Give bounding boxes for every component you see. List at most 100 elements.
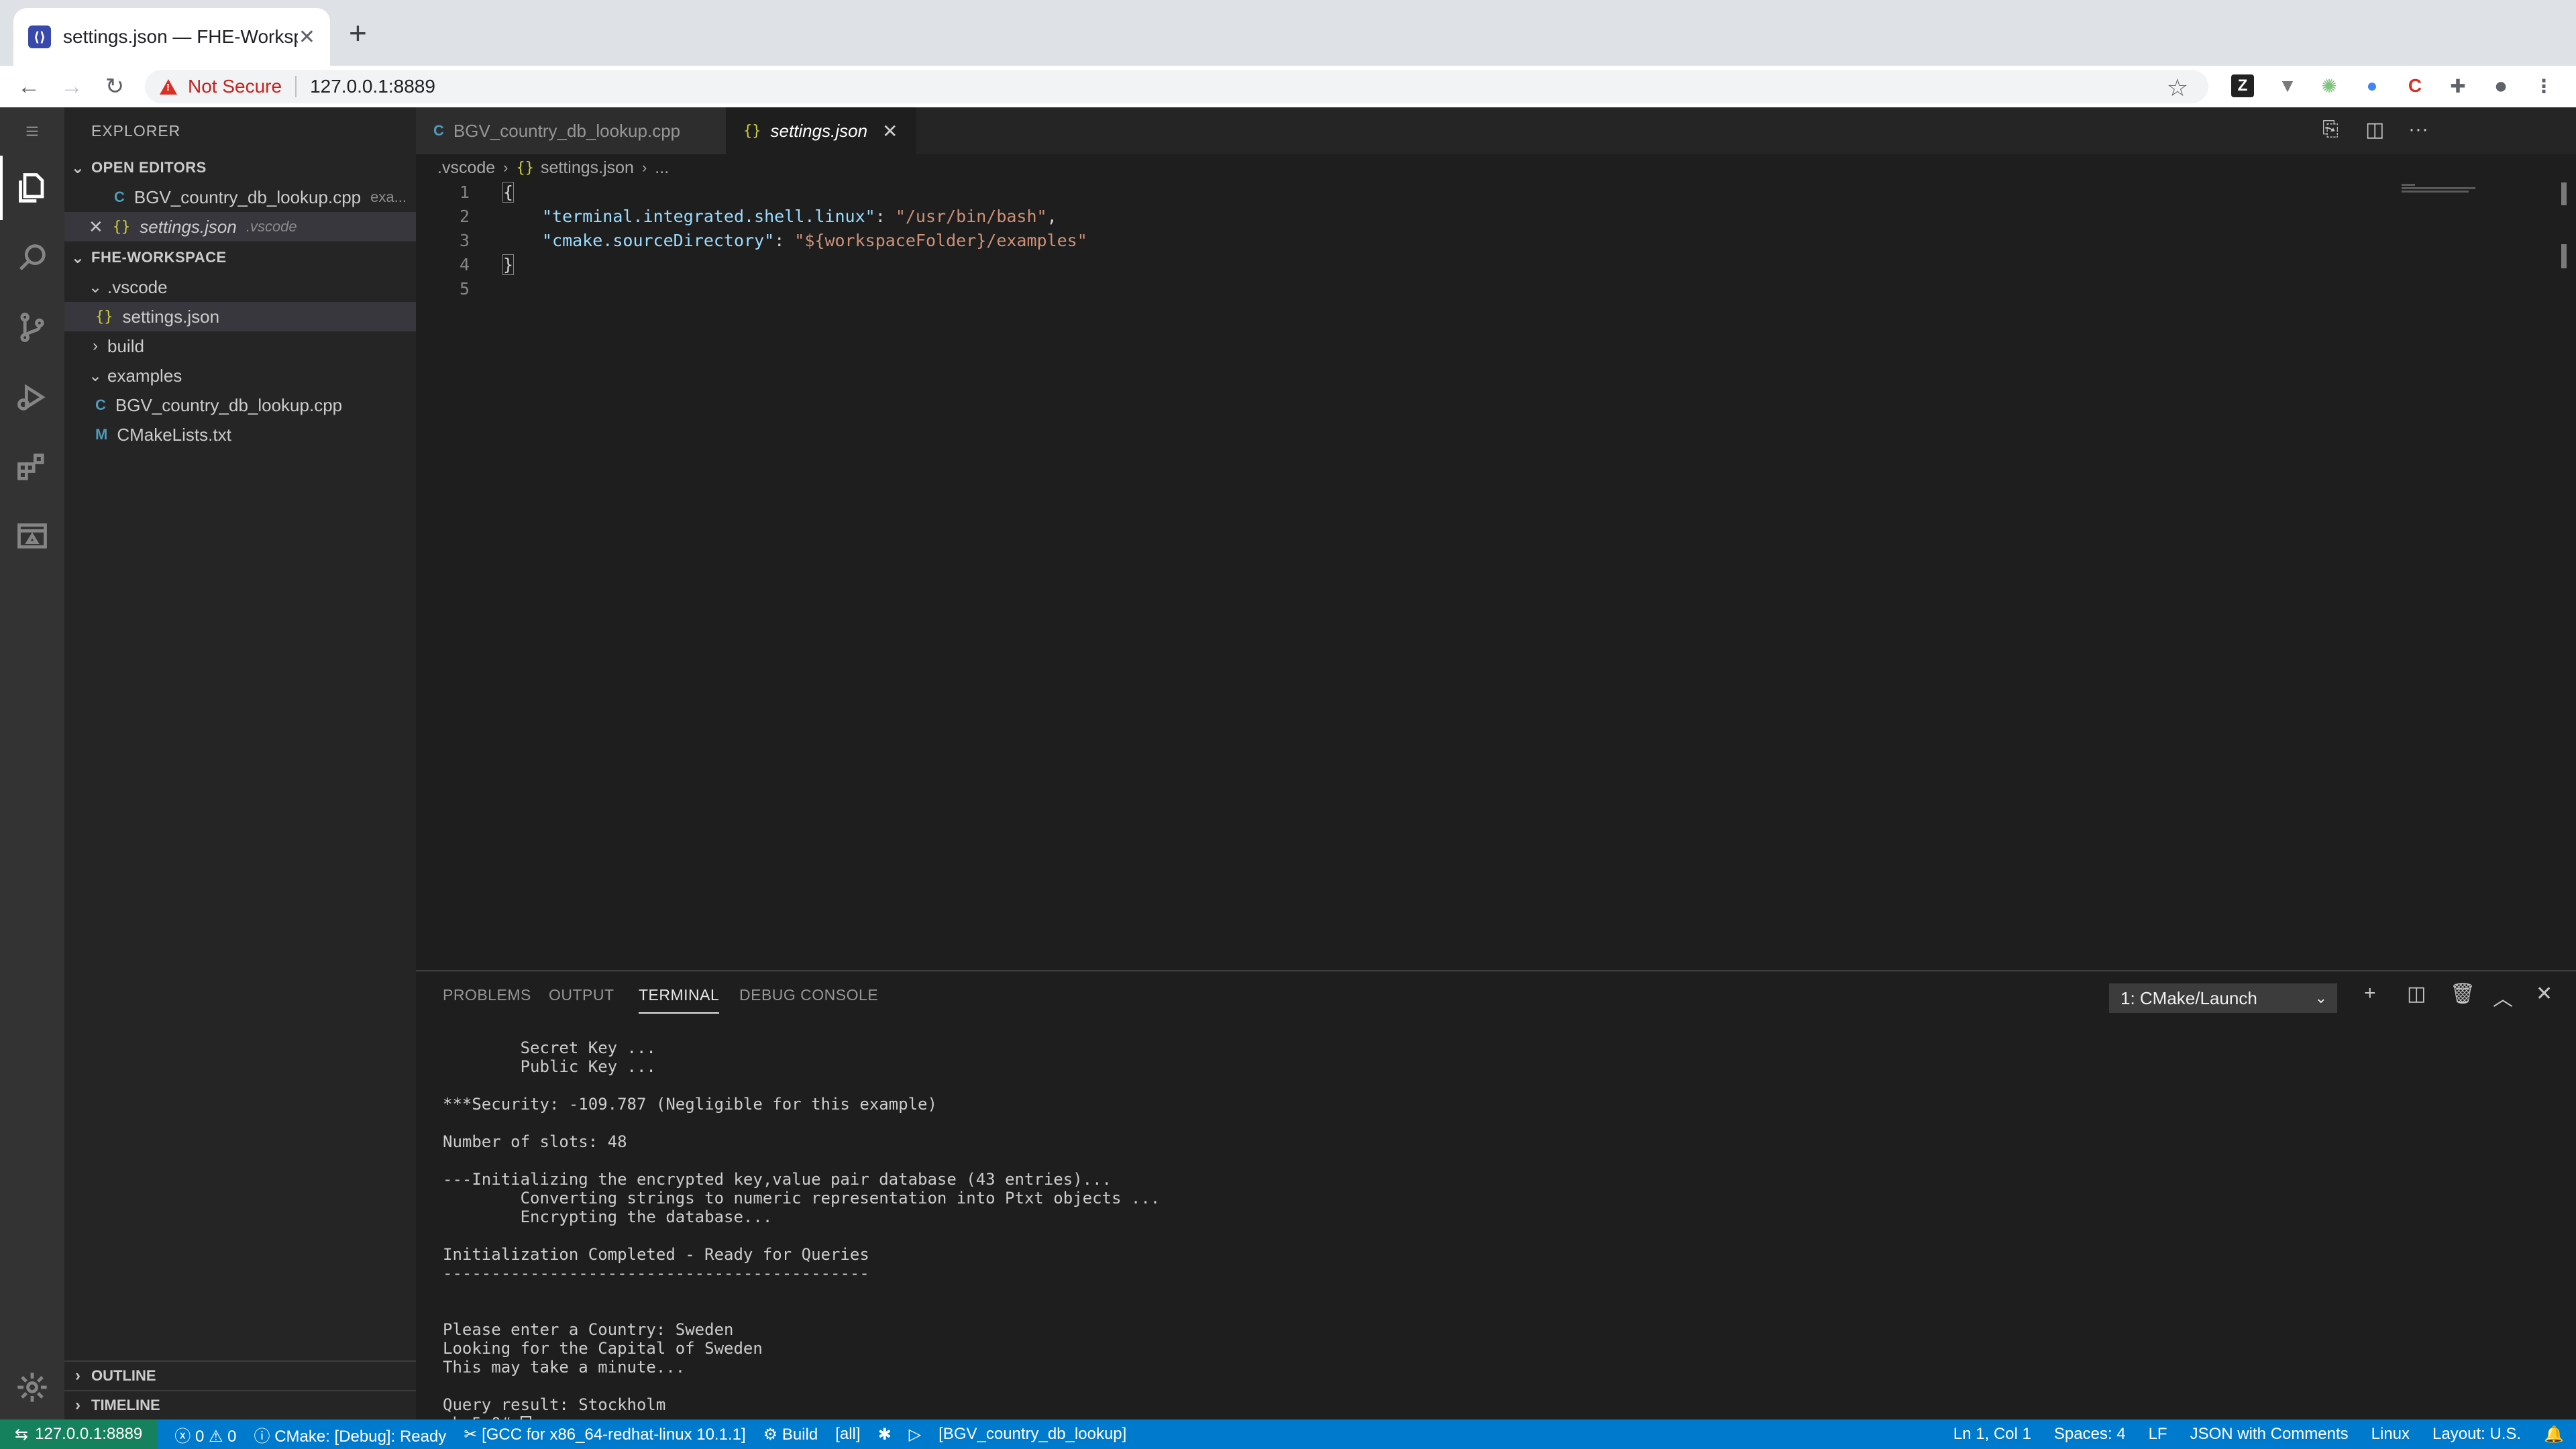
chevron-down-icon: ⌄ — [88, 366, 103, 385]
cpp-file-icon: C — [114, 189, 125, 205]
cmake-kit-label: [GCC for x86_64-redhat-linux 10.1.1] — [482, 1425, 746, 1444]
back-arrow-icon[interactable]: ← — [13, 71, 44, 102]
tree-file-settings[interactable]: {} settings.json — [64, 302, 416, 331]
close-icon[interactable]: ✕ — [882, 120, 898, 142]
code-line: 2 "terminal.integrated.shell.linux": "/u… — [416, 204, 1057, 228]
breadcrumb-more[interactable]: ... — [655, 158, 669, 178]
info-icon: ⓘ — [254, 1427, 270, 1446]
timeline-header[interactable]: › TIMELINE — [64, 1390, 416, 1419]
explorer-files-icon[interactable] — [0, 156, 64, 220]
outline-header[interactable]: › OUTLINE — [64, 1360, 416, 1390]
remote-explorer-icon[interactable] — [0, 504, 64, 569]
tab-debug-console[interactable]: DEBUG CONSOLE — [739, 986, 878, 1004]
json-file-icon: {} — [95, 308, 113, 325]
browser-tab[interactable]: ⟨⟩ settings.json — FHE-Workspac ✕ — [13, 8, 330, 66]
split-terminal-icon[interactable]: ◫ — [2407, 982, 2426, 1006]
new-tab-plus-icon[interactable]: + — [349, 15, 367, 51]
trash-icon[interactable]: 🗑 — [2450, 982, 2475, 1006]
cpp-file-icon: C — [433, 122, 444, 139]
open-editor-cpp[interactable]: C BGV_country_db_lookup.cpp exa... — [64, 182, 416, 212]
debug-bug-icon[interactable]: ✱ — [878, 1425, 892, 1444]
indentation[interactable]: Spaces: 4 — [2054, 1425, 2126, 1444]
bookmark-star-icon[interactable]: ☆ — [2167, 74, 2188, 102]
color-extension-icon[interactable]: ● — [2359, 72, 2385, 99]
tree-file-cpp[interactable]: C BGV_country_db_lookup.cpp — [64, 390, 416, 420]
scrollbar-thumb[interactable] — [2561, 182, 2567, 205]
terminal-select[interactable]: 1: CMake/Launch ⌄ — [2109, 983, 2337, 1013]
profile-avatar-icon[interactable]: ● — [2487, 72, 2514, 99]
cmake-status[interactable]: ⓘ CMake: [Debug]: Ready — [254, 1423, 447, 1446]
workspace-header[interactable]: ⌄ FHE-WORKSPACE — [64, 243, 416, 272]
address-bar[interactable]: Not Secure 127.0.0.1:8889 ☆ — [145, 70, 2208, 103]
notifications-bell-icon[interactable]: 🔔 — [2544, 1425, 2564, 1444]
explorer-title: EXPLORER — [91, 122, 181, 140]
split-editor-icon[interactable]: ◫ — [2365, 118, 2384, 142]
build-button[interactable]: ⚙ Build — [763, 1425, 818, 1444]
minimap[interactable] — [2402, 182, 2482, 193]
warning-icon — [160, 78, 177, 95]
error-icon: ⓧ — [174, 1427, 191, 1446]
bug-extension-icon[interactable]: ✺ — [2316, 72, 2343, 99]
problems-status[interactable]: ⓧ 0 ⚠ 0 — [174, 1423, 236, 1446]
tab-cpp[interactable]: C BGV_country_db_lookup.cpp — [416, 107, 726, 154]
json-file-icon: {} — [112, 218, 131, 235]
language-mode[interactable]: JSON with Comments — [2190, 1425, 2349, 1444]
tree-file-cmake[interactable]: M CMakeLists.txt — [64, 420, 416, 449]
more-actions-icon[interactable]: ··· — [2408, 118, 2428, 141]
new-terminal-plus-icon[interactable]: + — [2364, 982, 2376, 1005]
breadcrumb-file[interactable]: settings.json — [541, 158, 634, 178]
extensions-icon[interactable] — [0, 435, 64, 499]
tree-folder-examples[interactable]: ⌄ examples — [64, 361, 416, 390]
keyboard-layout[interactable]: Layout: U.S. — [2432, 1425, 2521, 1444]
terminal-output[interactable]: Secret Key ... Public Key ... ***Security… — [443, 1038, 1160, 1433]
run-debug-icon[interactable] — [0, 365, 64, 429]
open-editor-label: settings.json — [140, 216, 237, 237]
chevron-right-icon: › — [75, 1396, 80, 1414]
tab-terminal[interactable]: TERMINAL — [639, 986, 720, 1014]
open-editors-header[interactable]: ⌄ OPEN EDITORS — [64, 153, 416, 182]
open-editor-settings[interactable]: ✕ {} settings.json .vscode — [64, 212, 416, 241]
chevron-right-icon: › — [503, 159, 508, 176]
remote-indicator[interactable]: ⇆ 127.0.0.1:8889 — [0, 1419, 158, 1449]
breadcrumb-folder[interactable]: .vscode — [437, 158, 495, 178]
launch-target[interactable]: [BGV_country_db_lookup] — [938, 1425, 1126, 1444]
tree-folder-build[interactable]: › build — [64, 331, 416, 361]
close-icon[interactable]: ✕ — [299, 25, 315, 49]
forward-arrow-icon[interactable]: → — [56, 71, 87, 102]
chevron-right-icon: › — [641, 159, 647, 176]
browser-menu-icon[interactable]: ⋮ — [2530, 72, 2557, 99]
tab-settings[interactable]: {} settings.json ✕ — [726, 107, 916, 154]
cmake-kit[interactable]: ✂ [GCC for x86_64-redhat-linux 10.1.1] — [464, 1425, 745, 1444]
vue-extension-icon[interactable]: ▼ — [2274, 72, 2301, 99]
menu-hamburger-icon[interactable]: ≡ — [0, 107, 64, 156]
open-preview-icon[interactable]: ⎘ — [2322, 118, 2339, 141]
extensions-puzzle-icon[interactable]: ✚ — [2445, 72, 2471, 99]
tree-folder-vscode[interactable]: ⌄ .vscode — [64, 272, 416, 302]
close-icon[interactable]: ✕ — [89, 217, 103, 237]
tree-label: .vscode — [107, 276, 168, 297]
vscode-favicon-icon: ⟨⟩ — [28, 25, 51, 48]
tab-output[interactable]: OUTPUT — [549, 986, 614, 1004]
end-of-line[interactable]: LF — [2149, 1425, 2167, 1444]
settings-gear-icon[interactable] — [0, 1355, 64, 1419]
not-secure-label[interactable]: Not Secure — [188, 76, 282, 97]
code-editor[interactable]: 1 { 2 "terminal.integrated.shell.linux":… — [416, 180, 2563, 969]
zotero-extension-icon[interactable]: Z — [2231, 74, 2254, 97]
source-control-icon[interactable] — [0, 295, 64, 360]
close-panel-icon[interactable]: ✕ — [2536, 982, 2553, 1006]
maximize-chevron-up-icon[interactable]: ︿ — [2493, 982, 2513, 1012]
launch-play-icon[interactable]: ▷ — [909, 1425, 921, 1444]
cursor-position[interactable]: Ln 1, Col 1 — [1953, 1425, 2031, 1444]
chevron-down-icon: ⌄ — [70, 248, 85, 267]
search-icon[interactable] — [0, 225, 64, 290]
reload-icon[interactable]: ↻ — [99, 71, 130, 102]
code-extension-icon[interactable]: C — [2402, 72, 2428, 99]
terminal-line: Query result: Stockholm — [443, 1395, 666, 1414]
url-text[interactable]: 127.0.0.1:8889 — [310, 76, 435, 97]
build-target[interactable]: [all] — [835, 1425, 860, 1444]
tab-problems[interactable]: PROBLEMS — [443, 986, 531, 1004]
build-label: Build — [782, 1425, 818, 1444]
os-indicator[interactable]: Linux — [2371, 1425, 2410, 1444]
